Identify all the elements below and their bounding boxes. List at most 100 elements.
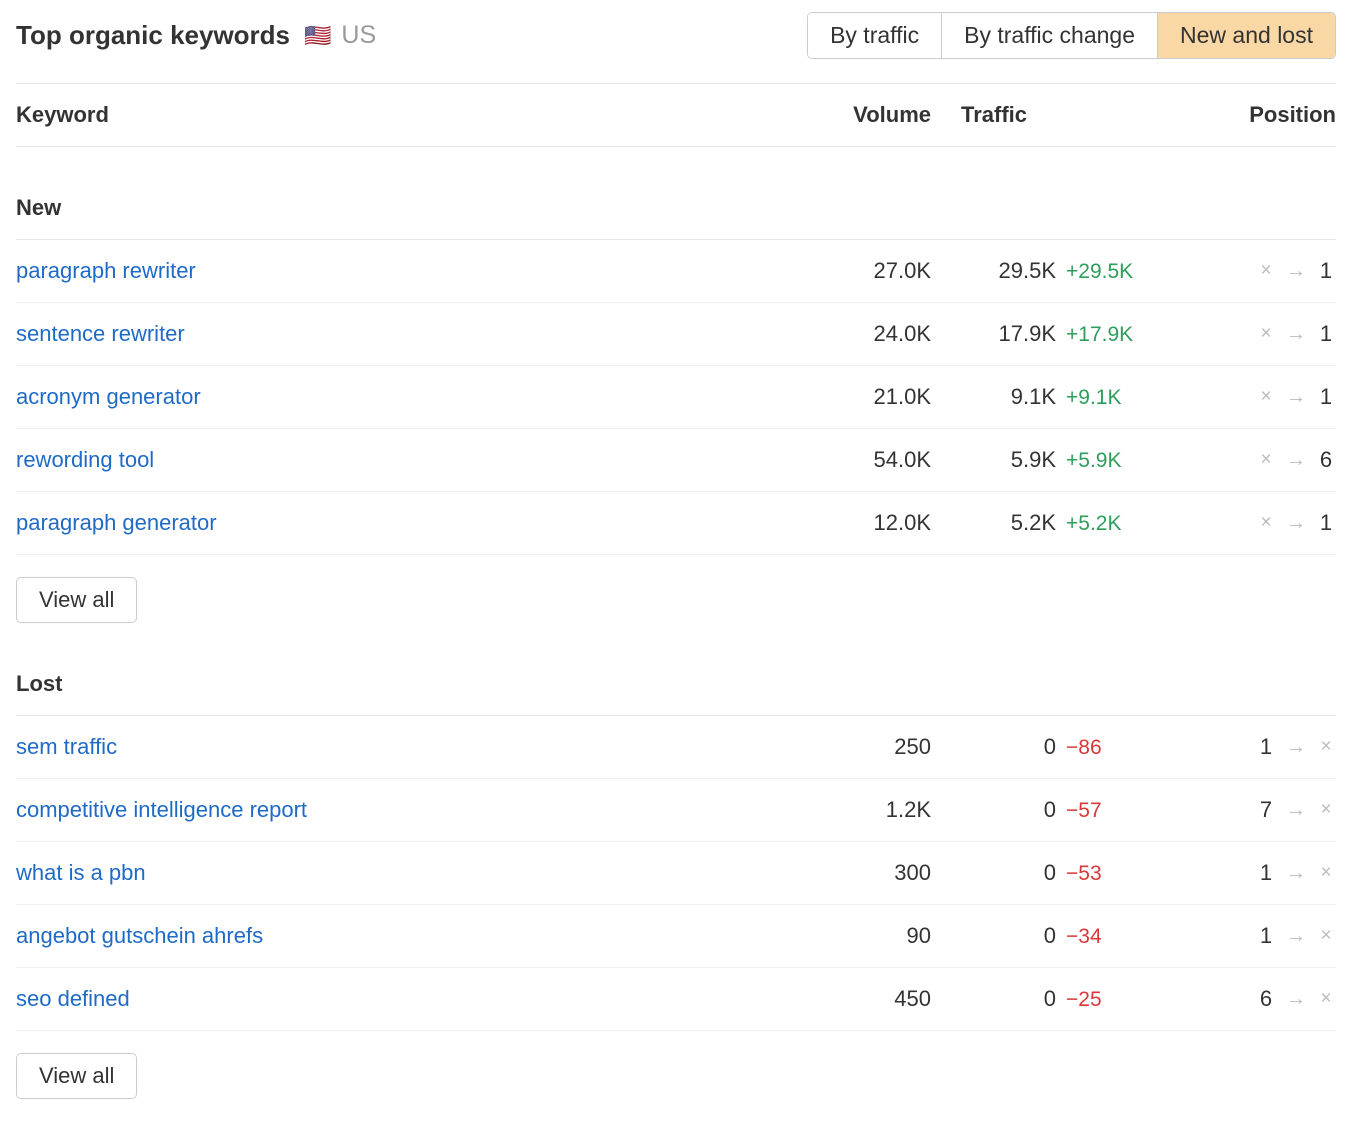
section-title-new: New [16, 147, 1336, 240]
traffic-value: 0 [961, 923, 1056, 949]
table-row: competitive intelligence report 1.2K 0 −… [16, 779, 1336, 842]
traffic-cell: 5.9K +5.9K [931, 447, 1166, 473]
title-group: Top organic keywords 🇺🇸 US [16, 20, 376, 51]
traffic-cell: 17.9K +17.9K [931, 321, 1166, 347]
widget-header: Top organic keywords 🇺🇸 US By traffic By… [16, 12, 1336, 84]
traffic-delta: +5.2K [1066, 512, 1121, 536]
position-from: 7 [1256, 797, 1276, 823]
traffic-cell: 9.1K +9.1K [931, 384, 1166, 410]
table-row: rewording tool 54.0K 5.9K +5.9K × → 6 [16, 429, 1336, 492]
table-row: what is a pbn 300 0 −53 1 → × [16, 842, 1336, 905]
columns-header: Keyword Volume Traffic Position [16, 84, 1336, 147]
position-from: 6 [1256, 986, 1276, 1012]
position-cell: × → 1 [1166, 384, 1336, 410]
traffic-delta: −57 [1066, 799, 1102, 823]
table-row: angebot gutschein ahrefs 90 0 −34 1 → × [16, 905, 1336, 968]
keyword-link[interactable]: seo defined [16, 986, 801, 1012]
volume-value: 1.2K [801, 797, 931, 823]
position-to: 1 [1316, 384, 1336, 410]
traffic-delta: +17.9K [1066, 323, 1133, 347]
view-tabs: By traffic By traffic change New and los… [807, 12, 1336, 59]
volume-value: 300 [801, 860, 931, 886]
position-from: × [1256, 512, 1276, 534]
arrow-right-icon: → [1286, 988, 1306, 1011]
arrow-right-icon: → [1286, 323, 1306, 346]
traffic-delta: −25 [1066, 988, 1102, 1012]
arrow-right-icon: → [1286, 799, 1306, 822]
table-row: sentence rewriter 24.0K 17.9K +17.9K × →… [16, 303, 1336, 366]
country-label: US [341, 21, 376, 50]
keyword-link[interactable]: angebot gutschein ahrefs [16, 923, 801, 949]
col-position: Position [1166, 102, 1336, 128]
position-cell: × → 1 [1166, 258, 1336, 284]
keyword-link[interactable]: sem traffic [16, 734, 801, 760]
flag-icon: 🇺🇸 [304, 23, 331, 49]
traffic-delta: +9.1K [1066, 386, 1121, 410]
position-to: 1 [1316, 321, 1336, 347]
tab-new-and-lost[interactable]: New and lost [1158, 13, 1335, 58]
position-to: × [1316, 925, 1336, 947]
arrow-right-icon: → [1286, 862, 1306, 885]
keyword-link[interactable]: competitive intelligence report [16, 797, 801, 823]
position-cell: 7 → × [1166, 797, 1336, 823]
position-to: 1 [1316, 510, 1336, 536]
keyword-link[interactable]: paragraph generator [16, 510, 801, 536]
traffic-value: 5.2K [961, 510, 1056, 536]
position-cell: × → 1 [1166, 321, 1336, 347]
traffic-value: 0 [961, 797, 1056, 823]
volume-value: 54.0K [801, 447, 931, 473]
col-traffic: Traffic [931, 102, 1166, 128]
keyword-link[interactable]: acronym generator [16, 384, 801, 410]
traffic-cell: 0 −34 [931, 923, 1166, 949]
keyword-link[interactable]: sentence rewriter [16, 321, 801, 347]
position-cell: × → 1 [1166, 510, 1336, 536]
keyword-link[interactable]: paragraph rewriter [16, 258, 801, 284]
traffic-value: 0 [961, 986, 1056, 1012]
position-from: 1 [1256, 734, 1276, 760]
traffic-delta: +5.9K [1066, 449, 1121, 473]
traffic-value: 29.5K [961, 258, 1056, 284]
volume-value: 90 [801, 923, 931, 949]
traffic-delta: −34 [1066, 925, 1102, 949]
position-from: × [1256, 323, 1276, 345]
position-from: 1 [1256, 923, 1276, 949]
volume-value: 24.0K [801, 321, 931, 347]
position-to: × [1316, 799, 1336, 821]
view-all-lost-button[interactable]: View all [16, 1053, 137, 1099]
arrow-right-icon: → [1286, 512, 1306, 535]
tab-by-traffic[interactable]: By traffic [808, 13, 942, 58]
position-to: 1 [1316, 258, 1336, 284]
position-from: × [1256, 449, 1276, 471]
keyword-link[interactable]: what is a pbn [16, 860, 801, 886]
position-cell: 1 → × [1166, 734, 1336, 760]
table-row: acronym generator 21.0K 9.1K +9.1K × → 1 [16, 366, 1336, 429]
traffic-cell: 29.5K +29.5K [931, 258, 1166, 284]
arrow-right-icon: → [1286, 449, 1306, 472]
volume-value: 12.0K [801, 510, 931, 536]
arrow-right-icon: → [1286, 260, 1306, 283]
keyword-link[interactable]: rewording tool [16, 447, 801, 473]
table-row: paragraph generator 12.0K 5.2K +5.2K × →… [16, 492, 1336, 555]
traffic-cell: 0 −57 [931, 797, 1166, 823]
view-all-new-button[interactable]: View all [16, 577, 137, 623]
traffic-value: 0 [961, 734, 1056, 760]
traffic-delta: −86 [1066, 736, 1102, 760]
volume-value: 27.0K [801, 258, 931, 284]
tab-by-traffic-change[interactable]: By traffic change [942, 13, 1158, 58]
traffic-value: 0 [961, 860, 1056, 886]
position-to: 6 [1316, 447, 1336, 473]
traffic-cell: 0 −25 [931, 986, 1166, 1012]
position-cell: 1 → × [1166, 923, 1336, 949]
position-to: × [1316, 736, 1336, 758]
position-from: 1 [1256, 860, 1276, 886]
traffic-value: 9.1K [961, 384, 1056, 410]
position-from: × [1256, 386, 1276, 408]
table-row: seo defined 450 0 −25 6 → × [16, 968, 1336, 1031]
arrow-right-icon: → [1286, 736, 1306, 759]
position-to: × [1316, 862, 1336, 884]
volume-value: 250 [801, 734, 931, 760]
traffic-delta: +29.5K [1066, 260, 1133, 284]
volume-value: 21.0K [801, 384, 931, 410]
section-title-lost: Lost [16, 623, 1336, 716]
position-cell: 1 → × [1166, 860, 1336, 886]
